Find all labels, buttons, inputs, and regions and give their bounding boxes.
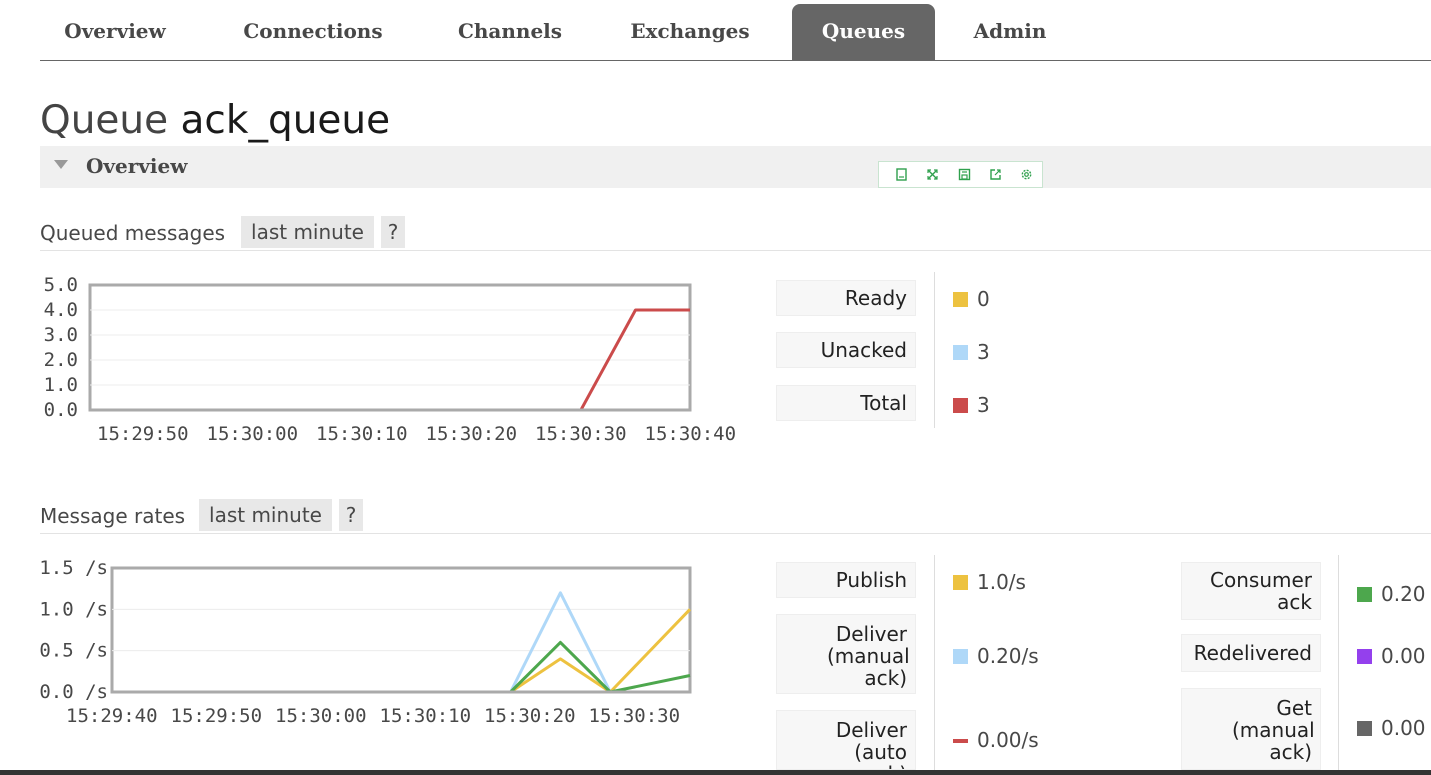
x-tick-label: 15:30:00	[275, 705, 367, 727]
total-swatch	[953, 398, 968, 413]
tab-admin[interactable]: Admin	[960, 4, 1060, 60]
legend-value-deliver-manual: 0.20/s	[953, 644, 1039, 668]
y-tick-label: 0.5 /s	[39, 640, 108, 662]
legend-value-redelivered: 0.00	[1357, 644, 1426, 668]
plot-frame	[110, 566, 692, 694]
data-view-icon[interactable]	[886, 165, 917, 185]
y-tick-label: 0.0 /s	[39, 681, 108, 703]
restore-icon[interactable]	[980, 165, 1011, 185]
legend-label-get-manual: Get (manual ack)	[1181, 688, 1321, 770]
legend-value-deliver-auto: 0.00/s	[953, 728, 1039, 752]
settings-icon[interactable]	[1011, 165, 1042, 185]
legend-divider-rates-right	[1338, 555, 1339, 770]
legend-label-unacked: Unacked	[776, 332, 916, 368]
x-tick-label: 15:30:10	[380, 705, 472, 727]
deliver-manual-swatch	[953, 649, 968, 664]
ready-swatch	[953, 292, 968, 307]
legend-value-ready: 0	[953, 287, 990, 311]
tab-queues[interactable]: Queues	[792, 4, 935, 60]
legend-divider	[934, 272, 935, 428]
legend-label-deliver-auto: Deliver (auto ack)	[776, 710, 916, 770]
legend-label-ready: Ready	[776, 280, 916, 316]
legend-label-publish: Publish	[776, 562, 916, 598]
chart-toolbox	[878, 161, 1043, 188]
legend-value-get-manual: 0.00	[1357, 716, 1426, 740]
x-tick-label: 15:29:50	[171, 705, 263, 727]
y-tick-label: 1.0 /s	[39, 598, 108, 620]
redelivered-swatch	[1357, 649, 1372, 664]
legend-label-total: Total	[776, 385, 916, 421]
legend-value-total: 3	[953, 393, 990, 417]
consumer-ack-swatch	[1357, 587, 1372, 602]
bottom-border	[0, 770, 1431, 775]
publish-swatch	[953, 575, 968, 590]
get-manual-swatch	[1357, 721, 1372, 736]
legend-value-unacked: 3	[953, 340, 990, 364]
legend-label-redelivered: Redelivered	[1181, 634, 1321, 672]
legend-value-consumer-ack: 0.20	[1357, 582, 1426, 606]
y-tick-label: 1.5 /s	[39, 557, 108, 579]
unacked-swatch	[953, 345, 968, 360]
legend-value-publish: 1.0/s	[953, 570, 1026, 594]
x-tick-label: 15:29:40	[66, 705, 158, 727]
data-zoom-icon[interactable]	[917, 165, 948, 185]
deliver-auto-swatch	[953, 739, 968, 743]
x-tick-label: 15:30:30	[589, 705, 681, 727]
x-tick-label: 15:30:20	[484, 705, 576, 727]
legend-divider-rates	[934, 555, 935, 770]
save-image-icon[interactable]	[948, 165, 979, 185]
message-rates-chart: 0.0 /s 0.5 /s 1.0 /s 1.5 /s 15:29:40 15:29:50…	[39, 557, 692, 727]
legend-label-consumer-ack: Consumer ack	[1181, 562, 1321, 620]
legend-label-deliver-manual: Deliver (manual ack)	[776, 614, 916, 694]
